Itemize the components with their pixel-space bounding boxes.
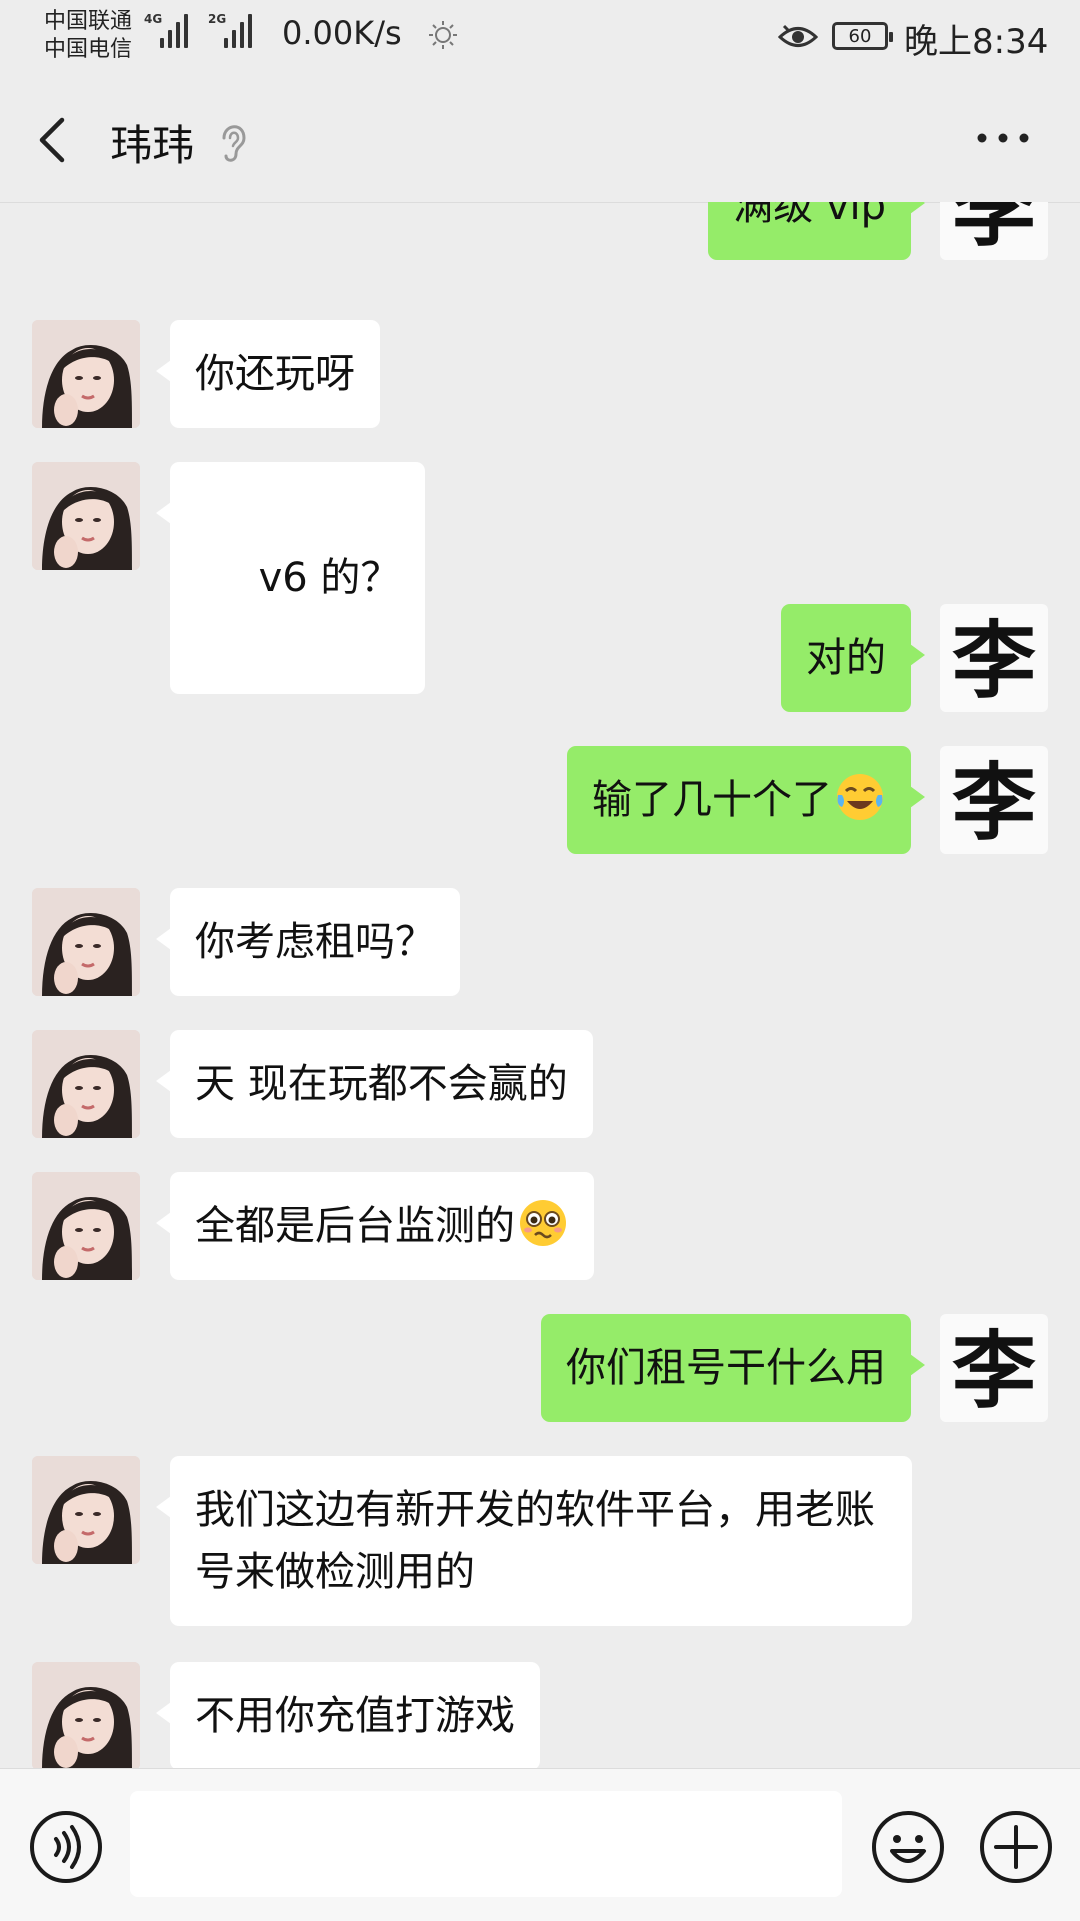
message-text: 天 现在玩都不会赢的 bbox=[195, 1061, 568, 1107]
message-text: 输了几十个了 bbox=[592, 777, 832, 823]
voice-icon[interactable] bbox=[28, 1809, 104, 1885]
contact-photo bbox=[32, 1662, 140, 1768]
contact-avatar[interactable] bbox=[32, 1172, 140, 1280]
message-bubble-me[interactable]: 对的 bbox=[781, 604, 925, 712]
my-avatar[interactable]: 李 bbox=[940, 746, 1048, 854]
message-bubble-other[interactable]: 天 现在玩都不会赢的 bbox=[156, 1030, 593, 1138]
chat-title: 玮玮 bbox=[110, 121, 195, 170]
message-list[interactable]: 李 满级 vip 你还玩呀 v6 的？ 李 对的 李 输了几十个了 你考虑租吗？… bbox=[0, 202, 1080, 1768]
contact-photo bbox=[32, 1456, 140, 1564]
message-text: 全都是后台监测的 bbox=[195, 1203, 515, 1249]
contact-avatar[interactable] bbox=[32, 888, 140, 996]
contact-avatar[interactable] bbox=[32, 1030, 140, 1138]
input-bar bbox=[0, 1768, 1080, 1921]
contact-avatar[interactable] bbox=[32, 1662, 140, 1768]
message-bubble-other[interactable]: 你还玩呀 bbox=[156, 320, 380, 428]
message-bubble-other[interactable]: 我们这边有新开发的软件平台，用老账号来做检测用的 bbox=[156, 1456, 912, 1626]
clock: 晚上8:34 bbox=[904, 22, 1049, 62]
svg-text:李: 李 bbox=[952, 202, 1036, 258]
calligraphy-avatar-image: 李 bbox=[952, 611, 1036, 710]
my-avatar[interactable]: 李 bbox=[940, 604, 1048, 712]
more-icon[interactable] bbox=[968, 106, 1038, 166]
carrier-1: 中国联通 bbox=[44, 9, 133, 34]
chat-header: 玮玮 bbox=[0, 76, 1080, 203]
signal-2g-icon: 2G bbox=[208, 12, 252, 48]
carrier-2: 中国电信 bbox=[44, 37, 133, 62]
calligraphy-avatar-image: 李 bbox=[952, 1321, 1036, 1420]
message-text: 满级 vip bbox=[733, 202, 886, 229]
status-bar: 中国联通 中国电信 4G 2G 0.00K/s 60 晚上8:34 bbox=[0, 0, 1080, 76]
message-bubble-other[interactable]: 全都是后台监测的 bbox=[156, 1172, 594, 1280]
contact-photo bbox=[32, 1030, 140, 1138]
tears-of-joy-emoji bbox=[837, 774, 883, 820]
contact-avatar[interactable] bbox=[32, 1456, 140, 1564]
message-text: v6 的？ bbox=[245, 555, 401, 601]
svg-text:李: 李 bbox=[952, 1321, 1036, 1420]
smile-icon[interactable] bbox=[870, 1809, 946, 1885]
message-text: 你还玩呀 bbox=[195, 351, 355, 397]
chevron-left-icon[interactable] bbox=[30, 104, 76, 174]
contact-photo bbox=[32, 1172, 140, 1280]
message-text: 不用你充值打游戏 bbox=[195, 1693, 515, 1739]
contact-avatar[interactable] bbox=[32, 320, 140, 428]
eye-comfort-icon bbox=[778, 24, 818, 47]
message-bubble-other[interactable]: 你考虑租吗？ bbox=[156, 888, 460, 996]
ear-icon bbox=[222, 125, 246, 162]
message-text: 你们租号干什么用 bbox=[566, 1345, 886, 1391]
network-speed: 0.00K/s bbox=[282, 14, 402, 52]
svg-text:李: 李 bbox=[952, 753, 1036, 852]
calligraphy-avatar-image: 李 bbox=[952, 753, 1036, 852]
svg-text:李: 李 bbox=[952, 611, 1036, 710]
message-text: 对的 bbox=[806, 635, 886, 681]
message-bubble-other[interactable]: 不用你充值打游戏 bbox=[156, 1662, 540, 1768]
my-avatar[interactable]: 李 bbox=[940, 1314, 1048, 1422]
message-bubble-me[interactable]: 满级 vip bbox=[708, 202, 925, 260]
pleading-face-emoji bbox=[520, 1200, 566, 1246]
contact-photo bbox=[32, 462, 140, 570]
contact-avatar[interactable] bbox=[32, 462, 140, 570]
signal-4g-icon: 4G bbox=[144, 12, 188, 48]
plus-icon[interactable] bbox=[978, 1809, 1054, 1885]
carrier-labels: 中国联通 中国电信 bbox=[44, 8, 132, 64]
contact-photo bbox=[32, 888, 140, 996]
message-input[interactable] bbox=[130, 1791, 842, 1897]
message-text: 我们这边有新开发的软件平台，用老账号来做检测用的 bbox=[195, 1487, 875, 1595]
my-avatar[interactable]: 李 bbox=[940, 202, 1048, 260]
message-bubble-me[interactable]: 输了几十个了 bbox=[567, 746, 925, 854]
brightness-icon bbox=[429, 21, 457, 49]
battery-icon: 60 bbox=[832, 22, 893, 50]
message-bubble-other[interactable]: v6 的？ bbox=[155, 462, 426, 694]
message-text: 你考虑租吗？ bbox=[195, 919, 435, 965]
message-bubble-me[interactable]: 你们租号干什么用 bbox=[541, 1314, 925, 1422]
contact-photo bbox=[32, 320, 140, 428]
calligraphy-avatar-image: 李 bbox=[952, 202, 1036, 258]
